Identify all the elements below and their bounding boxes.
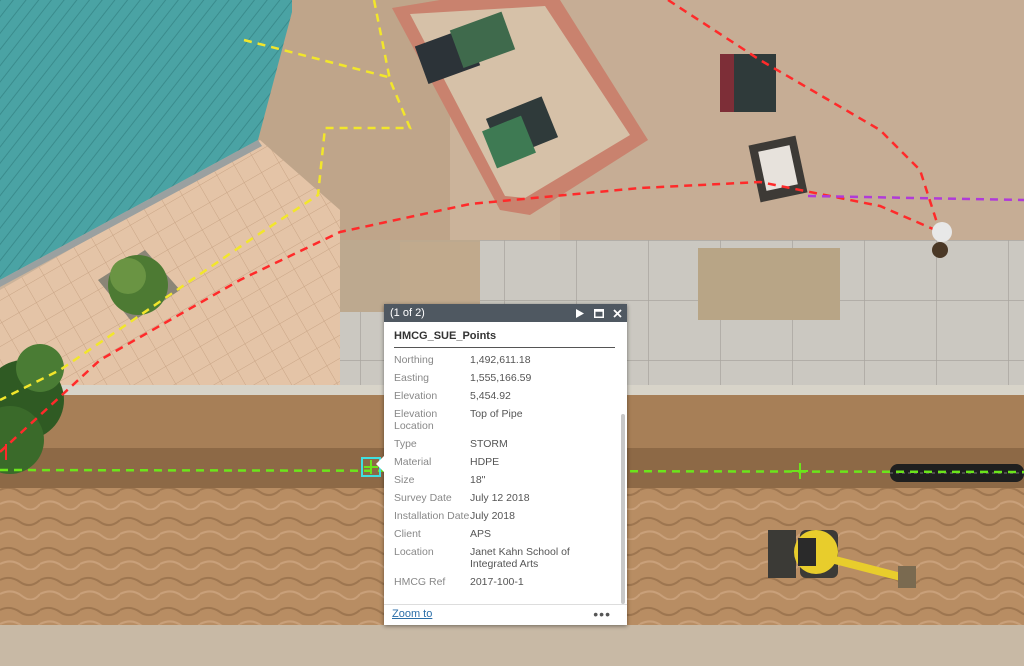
- attribute-value: Top of Pipe: [470, 408, 523, 420]
- attribute-value: APS: [470, 528, 492, 540]
- maximize-icon: [593, 308, 604, 318]
- attribute-list: Northing 1,492,611.18 Easting 1,555,166.59 E…: [394, 354, 617, 588]
- close-icon: [613, 308, 622, 318]
- play-next-icon: [575, 308, 584, 318]
- attribute-value: 18": [470, 474, 486, 486]
- attribute-key: Easting: [394, 372, 430, 384]
- attribute-key: Size: [394, 474, 415, 486]
- identify-popup: (1 of 2) HMCG_SUE_Points Northing 1,492,6…: [376, 304, 627, 625]
- attribute-key: Survey Date: [394, 492, 452, 504]
- attribute-row: HMCG Ref 2017-100-1: [394, 576, 617, 588]
- maximize-button[interactable]: [593, 308, 604, 319]
- more-actions-button[interactable]: •••: [593, 606, 611, 622]
- popup-title: HMCG_SUE_Points: [394, 322, 615, 348]
- close-button[interactable]: [612, 308, 623, 319]
- attribute-value: 2017-100-1: [470, 576, 524, 588]
- attribute-row: Elevation 5,454.92: [394, 390, 617, 402]
- attribute-row: Easting 1,555,166.59: [394, 372, 617, 384]
- attribute-row: Location Janet Kahn School of Integrated …: [394, 546, 617, 570]
- attribute-value: 5,454.92: [470, 390, 511, 402]
- attribute-value: July 12 2018: [470, 492, 530, 504]
- attribute-row: Material HDPE: [394, 456, 617, 468]
- popup-body[interactable]: HMCG_SUE_Points Northing 1,492,611.18 East…: [384, 322, 627, 603]
- attribute-key: Installation Date: [394, 510, 470, 522]
- attribute-row: Elevation Location Top of Pipe: [394, 408, 617, 432]
- attribute-row: Type STORM: [394, 438, 617, 450]
- next-feature-button[interactable]: [574, 308, 585, 319]
- zoom-to-link[interactable]: Zoom to: [392, 608, 432, 620]
- attribute-value: 1,492,611.18: [470, 354, 531, 366]
- attribute-key: Material: [394, 456, 432, 468]
- attribute-key: Elevation Location: [394, 408, 438, 432]
- attribute-key: Northing: [394, 354, 434, 366]
- attribute-value: STORM: [470, 438, 508, 450]
- attribute-row: Size 18": [394, 474, 617, 486]
- attribute-key: HMCG Ref: [394, 576, 446, 588]
- popup-header: (1 of 2): [384, 304, 627, 322]
- attribute-row: Client APS: [394, 528, 617, 540]
- attribute-value: 1,555,166.59: [470, 372, 532, 384]
- popup-pointer: [376, 456, 384, 472]
- attribute-value: HDPE: [470, 456, 500, 468]
- popup-scrollbar[interactable]: [621, 414, 625, 604]
- attribute-key: Type: [394, 438, 417, 450]
- attribute-row: Installation Date July 2018: [394, 510, 617, 522]
- attribute-key: Client: [394, 528, 421, 540]
- attribute-row: Northing 1,492,611.18: [394, 354, 617, 366]
- popup-counter: (1 of 2): [390, 307, 425, 319]
- attribute-key: Elevation: [394, 390, 438, 402]
- attribute-key: Location: [394, 546, 434, 558]
- attribute-value: July 2018: [470, 510, 515, 522]
- attribute-value: Janet Kahn School of Integrated Arts: [470, 546, 570, 570]
- popup-footer: Zoom to •••: [384, 604, 627, 625]
- attribute-row: Survey Date July 12 2018: [394, 492, 617, 504]
